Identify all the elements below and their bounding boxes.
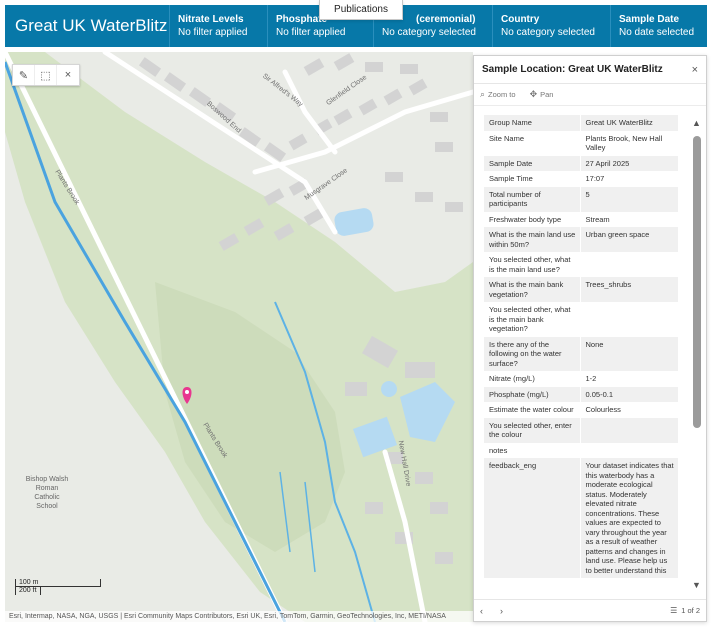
popup-footer: ‹ › ☰ 1 of 2 — [474, 599, 706, 621]
attribute-key: What is the main land use within 50m? — [484, 227, 581, 252]
popup-actions: ⌕ Zoom to ✥ Pan — [474, 84, 706, 106]
attribute-value: 5 — [580, 186, 678, 212]
filter-value: No filter applied — [178, 27, 248, 38]
zoom-to-label: Zoom to — [488, 90, 516, 99]
attribute-key: Nitrate (mg/L) — [484, 371, 581, 387]
filter-label: Country — [501, 14, 540, 25]
feature-pager: 1 of 2 — [681, 606, 700, 615]
attribute-key: feedback_eng — [484, 458, 581, 578]
filter-nitrate[interactable]: Nitrate Levels No filter applied — [170, 5, 268, 47]
attribute-row: Estimate the water colour Colourless — [484, 402, 678, 418]
attribute-row: Sample Time 17:07 — [484, 171, 678, 187]
filter-value: No category selected — [501, 27, 595, 38]
next-feature-icon[interactable]: › — [500, 606, 520, 616]
attribute-key: Estimate the water colour — [484, 402, 581, 418]
attribute-row: Group Name Great UK WaterBlitz — [484, 115, 678, 131]
attribute-key: What is the main bank vegetation? — [484, 277, 581, 302]
attribute-row: Sample Date 27 April 2025 — [484, 155, 678, 171]
attribute-key: Total number of participants — [484, 186, 581, 212]
pan-button[interactable]: ✥ Pan — [530, 89, 554, 100]
attribute-key: notes — [484, 442, 581, 458]
attribute-row: Phosphate (mg/L) 0.05-0.1 — [484, 386, 678, 402]
attribute-row: notes — [484, 442, 678, 459]
attribute-value: Your dataset indicates that this waterbo… — [580, 458, 678, 578]
filter-label: Sample Date — [619, 14, 680, 25]
attribute-row: What is the main land use within 50m? Urb… — [484, 227, 678, 252]
attribute-key: Group Name — [484, 115, 581, 131]
attribute-key: Sample Time — [484, 171, 581, 187]
attribute-key: Sample Date — [484, 155, 581, 171]
pan-label: Pan — [540, 90, 554, 99]
attribute-value: 0.05-0.1 — [580, 386, 678, 402]
attribute-key: You selected other, what is the main lan… — [484, 252, 581, 277]
attribute-value: 27 April 2025 — [580, 155, 678, 171]
close-icon[interactable]: × — [692, 64, 698, 76]
attribute-key: You selected other, enter the colour — [484, 417, 581, 443]
filter-label: Nitrate Levels — [178, 14, 244, 25]
attribute-row: Total number of participants 5 — [484, 186, 678, 212]
attribute-value: Plants Brook, New Hall Valley — [585, 133, 663, 153]
feature-popup: Sample Location: Great UK WaterBlitz × ⌕… — [473, 55, 707, 622]
attribute-key: Site Name — [484, 130, 581, 156]
attribute-key: Phosphate (mg/L) — [484, 386, 581, 402]
scale-bar: 100 m 200 ft — [15, 579, 101, 595]
scale-imperial: 200 ft — [15, 587, 41, 595]
attribute-value: Trees_shrubs — [580, 277, 678, 302]
scroll-up-icon[interactable]: ▲ — [692, 118, 701, 128]
attribute-row: Nitrate (mg/L) 1-2 — [484, 371, 678, 387]
popup-header: Sample Location: Great UK WaterBlitz × — [474, 56, 706, 84]
attribute-value — [580, 252, 678, 277]
attribute-table: Group Name Great UK WaterBlitz Site Name Pl… — [484, 115, 678, 578]
feature-list-icon[interactable]: ☰ — [670, 606, 677, 615]
attribute-row: You selected other, enter the colour — [484, 417, 678, 443]
scale-metric: 100 m — [15, 579, 101, 587]
popup-scrollbar[interactable]: ▲ ▼ — [691, 118, 703, 590]
filter-sample-date[interactable]: Sample Date No date selected — [611, 5, 707, 47]
filter-value: No category selected — [382, 27, 476, 38]
attribute-value: 17:07 — [585, 174, 605, 183]
attribute-row: You selected other, what is the main lan… — [484, 252, 678, 277]
attribute-row: What is the main bank vegetation? Trees_s… — [484, 277, 678, 302]
attribute-row: Freshwater body type Stream — [484, 211, 678, 227]
attribute-value: Urban green space — [580, 227, 678, 252]
attribute-value: Stream — [585, 214, 610, 224]
scroll-thumb[interactable] — [693, 136, 701, 428]
filter-country[interactable]: Country No category selected — [493, 5, 611, 47]
publications-menu-item[interactable]: Publications — [319, 0, 403, 20]
attribute-row: You selected other, what is the main ban… — [484, 302, 678, 337]
attribute-key: Is there any of the following on the wat… — [484, 336, 581, 371]
attribute-value — [580, 302, 678, 337]
popup-title: Sample Location: Great UK WaterBlitz — [482, 64, 663, 75]
previous-feature-icon[interactable]: ‹ — [480, 606, 500, 616]
attribute-value: Colourless — [585, 405, 621, 414]
popup-content[interactable]: Group Name Great UK WaterBlitz Site Name Pl… — [474, 107, 706, 598]
attribute-row: Site Name Plants Brook, New Hall Valley — [484, 130, 678, 156]
scroll-down-icon[interactable]: ▼ — [692, 580, 701, 590]
filter-value: No date selected — [619, 27, 695, 38]
attribute-key: You selected other, what is the main ban… — [484, 302, 581, 337]
map-view[interactable]: ✎ ⬚ × Sir Alfred's Way Glenfield Close B… — [5, 52, 473, 622]
map-toolbar: ✎ ⬚ × — [12, 64, 80, 86]
close-icon[interactable]: × — [57, 65, 79, 85]
edit-icon[interactable]: ✎ — [13, 65, 35, 85]
attribute-value — [580, 443, 678, 459]
select-icon[interactable]: ⬚ — [35, 65, 57, 85]
attribute-value: 1-2 — [585, 374, 597, 383]
attribute-row: feedback_eng Your dataset indicates that … — [484, 458, 678, 578]
app-root: Great UK WaterBlitz Nitrate Levels No fi… — [0, 0, 712, 628]
pan-icon: ✥ — [529, 89, 538, 99]
filter-value: No filter applied — [276, 27, 346, 38]
zoom-icon: ⌕ — [480, 89, 486, 99]
attribute-value: Great UK WaterBlitz — [580, 115, 678, 131]
app-title: Great UK WaterBlitz — [5, 5, 170, 47]
map-attribution: Esri, Intermap, NASA, NGA, USGS | Esri C… — [5, 611, 473, 622]
attribute-value — [580, 417, 678, 443]
attribute-key: Freshwater body type — [484, 211, 581, 227]
attribute-row: Is there any of the following on the wat… — [484, 336, 678, 371]
zoom-to-button[interactable]: ⌕ Zoom to — [480, 89, 516, 100]
map-canvas — [5, 52, 473, 622]
school-label: Bishop Walsh Roman Catholic School — [25, 476, 69, 510]
attribute-value: None — [580, 336, 678, 371]
